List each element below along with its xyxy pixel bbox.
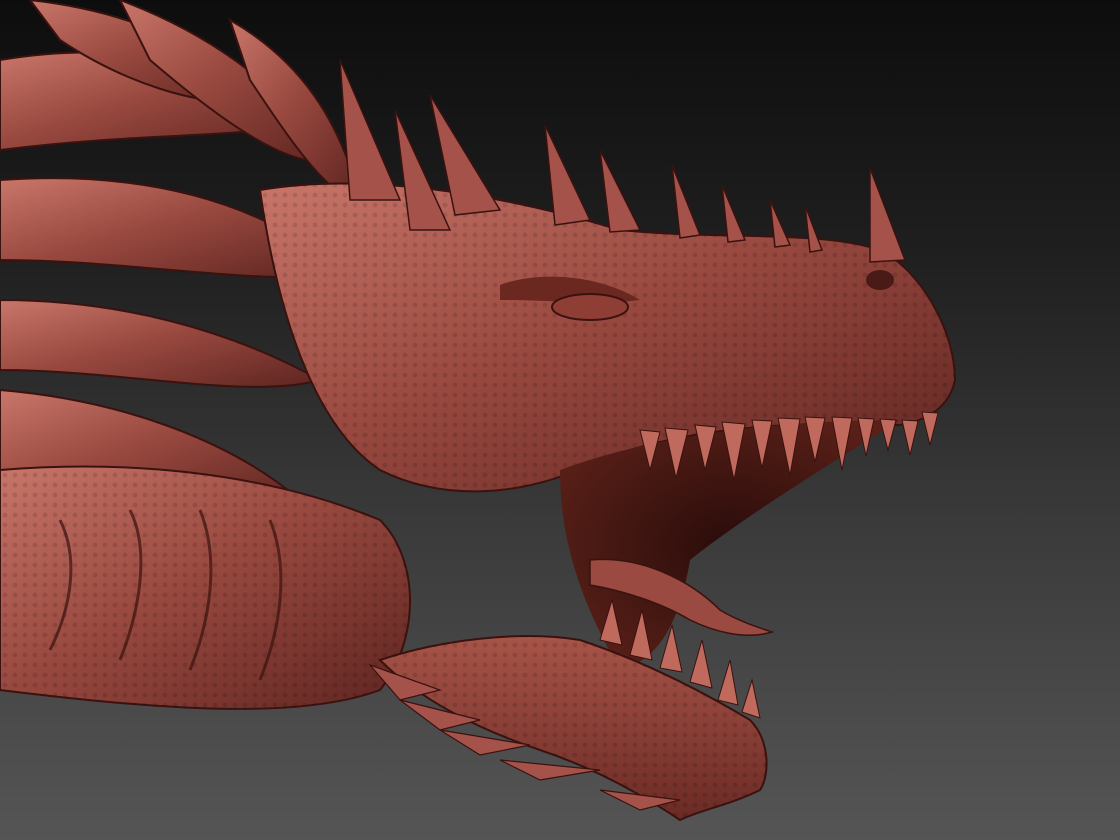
dragon-eye [551, 293, 629, 321]
nostril [866, 270, 894, 290]
dragon-sculpt-render [0, 0, 957, 822]
sculpt-viewport[interactable] [0, 0, 1120, 840]
